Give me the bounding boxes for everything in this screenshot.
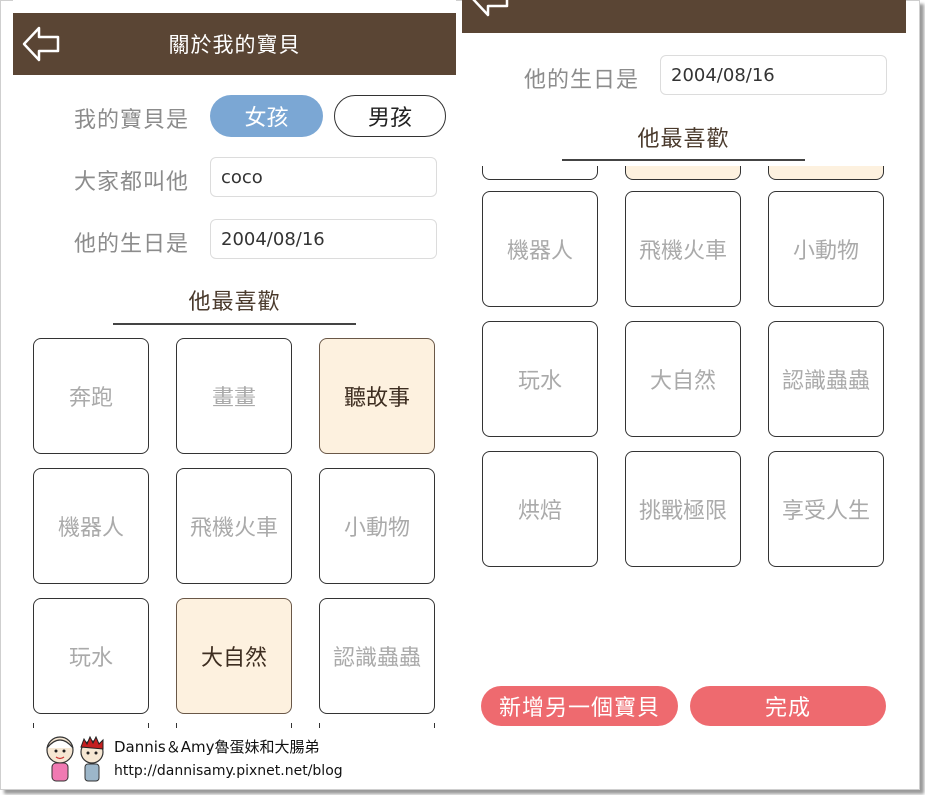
girl-option-button[interactable]: 女孩 <box>210 95 323 137</box>
add-another-baby-button[interactable]: 新增另一個寶貝 <box>481 686 678 726</box>
favorite-tile[interactable]: 聽故事 <box>319 338 435 454</box>
heading-underline <box>562 159 805 161</box>
tile-cut-off <box>625 166 741 180</box>
watermark-name: Dannis＆Amy魯蛋妹和大腸弟 <box>114 738 320 756</box>
favorite-tile[interactable]: 認識蟲蟲 <box>319 598 435 714</box>
favorite-tile[interactable]: 飛機火車 <box>625 191 741 307</box>
favorite-tile[interactable]: 畫畫 <box>176 338 292 454</box>
favorite-tile[interactable]: 挑戰極限 <box>625 451 741 567</box>
favorite-tile[interactable]: 烘焙 <box>482 451 598 567</box>
favorite-tile[interactable]: 奔跑 <box>33 338 149 454</box>
favorite-tile[interactable]: 機器人 <box>33 468 149 584</box>
blog-watermark: Dannis＆Amy魯蛋妹和大腸弟 http://dannisamy.pixne… <box>42 730 382 786</box>
watermark-url: http://dannisamy.pixnet.net/blog <box>114 763 343 779</box>
heading-underline <box>113 323 356 325</box>
favorite-tile[interactable]: 享受人生 <box>768 451 884 567</box>
favorite-tile[interactable]: 小動物 <box>319 468 435 584</box>
tile-cut-off <box>33 723 149 728</box>
nickname-field[interactable]: coco <box>210 157 437 197</box>
favorites-heading: 他最喜歡 <box>637 127 730 152</box>
birthday-label: 他的生日是 <box>74 232 190 257</box>
nickname-label: 大家都叫他 <box>74 170 190 195</box>
back-arrow-icon[interactable] <box>21 25 61 63</box>
favorites-heading: 他最喜歡 <box>188 290 281 315</box>
left-screen: 關於我的寶貝 我的寶貝是 女孩 男孩 大家都叫他 coco 他的生日是 2004… <box>13 0 456 728</box>
mascot-logo-icon <box>46 735 104 782</box>
favorite-tile[interactable]: 機器人 <box>482 191 598 307</box>
favorite-tile[interactable]: 飛機火車 <box>176 468 292 584</box>
favorite-tile[interactable]: 大自然 <box>625 321 741 437</box>
favorite-tile[interactable]: 認識蟲蟲 <box>768 321 884 437</box>
right-screen: 他的生日是 2004/08/16 他最喜歡 機器人 飛機火車 小動物玩水 大自然 認識蟲… <box>462 0 906 785</box>
header-bar <box>462 0 906 33</box>
favorite-tile[interactable]: 玩水 <box>482 321 598 437</box>
gender-label: 我的寶貝是 <box>74 108 190 133</box>
favorite-tile[interactable]: 大自然 <box>176 598 292 714</box>
birthday-field[interactable]: 2004/08/16 <box>210 219 437 259</box>
done-button[interactable]: 完成 <box>690 686 886 726</box>
birthday-label: 他的生日是 <box>524 68 640 93</box>
page-title: 關於我的寶貝 <box>168 33 301 57</box>
tile-cut-off <box>482 166 598 180</box>
boy-option-button[interactable]: 男孩 <box>334 95 446 137</box>
back-arrow-icon[interactable] <box>470 0 510 18</box>
birthday-field[interactable]: 2004/08/16 <box>660 55 887 95</box>
tile-cut-off <box>176 723 292 728</box>
tile-cut-off <box>319 723 435 728</box>
favorite-tile[interactable]: 小動物 <box>768 191 884 307</box>
header-bar: 關於我的寶貝 <box>13 13 456 75</box>
tile-cut-off <box>768 166 884 180</box>
favorite-tile[interactable]: 玩水 <box>33 598 149 714</box>
